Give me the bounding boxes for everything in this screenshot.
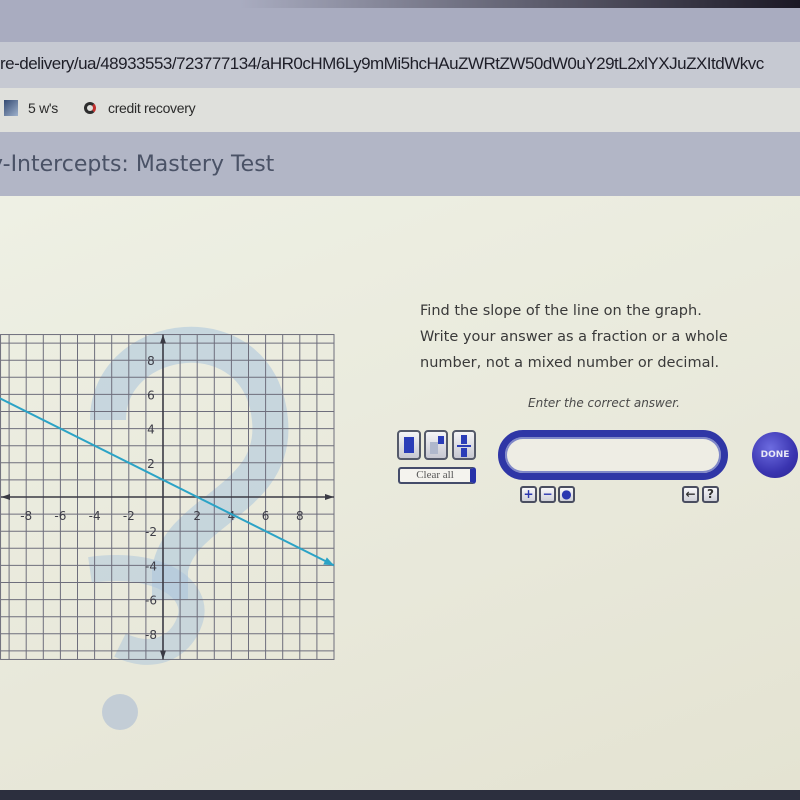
x-tick-label: -4 (89, 509, 101, 523)
x-tick-label: -2 (123, 509, 135, 523)
question-line: number, not a mixed number or decimal. (420, 355, 720, 371)
series-line (0, 397, 335, 567)
y-tick-label: 2 (147, 457, 155, 471)
bookmark-5ws-icon (4, 100, 18, 116)
y-tick-label: 4 (147, 423, 155, 437)
line-arrowhead-icon (323, 557, 334, 566)
y-axis-arrow-icon (160, 650, 166, 660)
screen-edge (0, 0, 800, 8)
clear-all-button[interactable]: Clear all (398, 467, 476, 484)
bookmark-label: 5 w's (28, 100, 58, 116)
fraction-bar (457, 445, 471, 447)
instruction-text: Enter the correct answer. (528, 396, 680, 410)
x-tick-label: 8 (296, 509, 304, 523)
fraction-icon (461, 435, 467, 444)
bookmark-label: credit recovery (108, 100, 196, 116)
x-tick-label: -8 (20, 509, 32, 523)
plus-button[interactable]: + (520, 486, 537, 503)
y-tick-label: 6 (147, 388, 155, 402)
screen-bottom-bezel (0, 790, 800, 800)
done-button[interactable]: DONE (752, 432, 798, 478)
minus-button[interactable]: − (539, 486, 556, 503)
x-tick-label: 6 (262, 509, 270, 523)
coordinate-graph: -8 -6 -4 -2 2 4 6 88642-2-4-6-8 (0, 334, 335, 660)
series-layer (0, 397, 335, 567)
axes (1, 334, 334, 660)
question-line: Write your answer as a fraction or a who… (420, 329, 728, 345)
x-tick-label: -6 (54, 509, 66, 523)
address-bar[interactable]: re-delivery/ua/48933553/723777134/aHR0cH… (0, 42, 800, 88)
y-tick-label: 8 (147, 354, 155, 368)
dot-button[interactable]: ● (558, 486, 575, 503)
edge-browser-icon (84, 102, 96, 114)
y-tick-label: -6 (145, 594, 157, 608)
x-axis-arrow-icon (1, 494, 10, 500)
answer-input[interactable] (498, 430, 728, 480)
whole-number-button[interactable] (397, 430, 421, 460)
x-tick-label: 2 (193, 509, 201, 523)
y-tick-label: -8 (145, 628, 157, 642)
browser-top-frame (0, 0, 800, 42)
bookmark-credit-recovery[interactable]: credit recovery (84, 100, 196, 116)
tick-labels: -8 -6 -4 -2 2 4 6 88642-2-4-6-8 (20, 354, 303, 642)
exponent-icon (430, 442, 438, 454)
url-text[interactable]: re-delivery/ua/48933553/723777134/aHR0cH… (0, 54, 764, 74)
fraction-denominator (461, 448, 467, 457)
whole-number-icon (404, 437, 414, 453)
exponent-button[interactable] (424, 430, 448, 460)
y-tick-label: -2 (145, 525, 157, 539)
help-button[interactable]: ? (702, 486, 719, 503)
y-tick-label: -4 (145, 559, 157, 573)
question-line: Find the slope of the line on the graph. (420, 303, 702, 319)
bookmarks-bar: 5 w's credit recovery (0, 88, 800, 132)
bookmark-5ws[interactable]: 5 w's (4, 100, 58, 116)
page-title: y-Intercepts: Mastery Test (0, 152, 275, 177)
question-text: Find the slope of the line on the graph.… (420, 298, 790, 376)
x-axis-arrow-icon (325, 494, 334, 500)
fraction-button[interactable] (452, 430, 476, 460)
backspace-button[interactable]: ← (682, 486, 699, 503)
y-axis-arrow-icon (160, 334, 166, 344)
test-header: y-Intercepts: Mastery Test (0, 132, 800, 196)
exponent-superscript (438, 436, 444, 444)
